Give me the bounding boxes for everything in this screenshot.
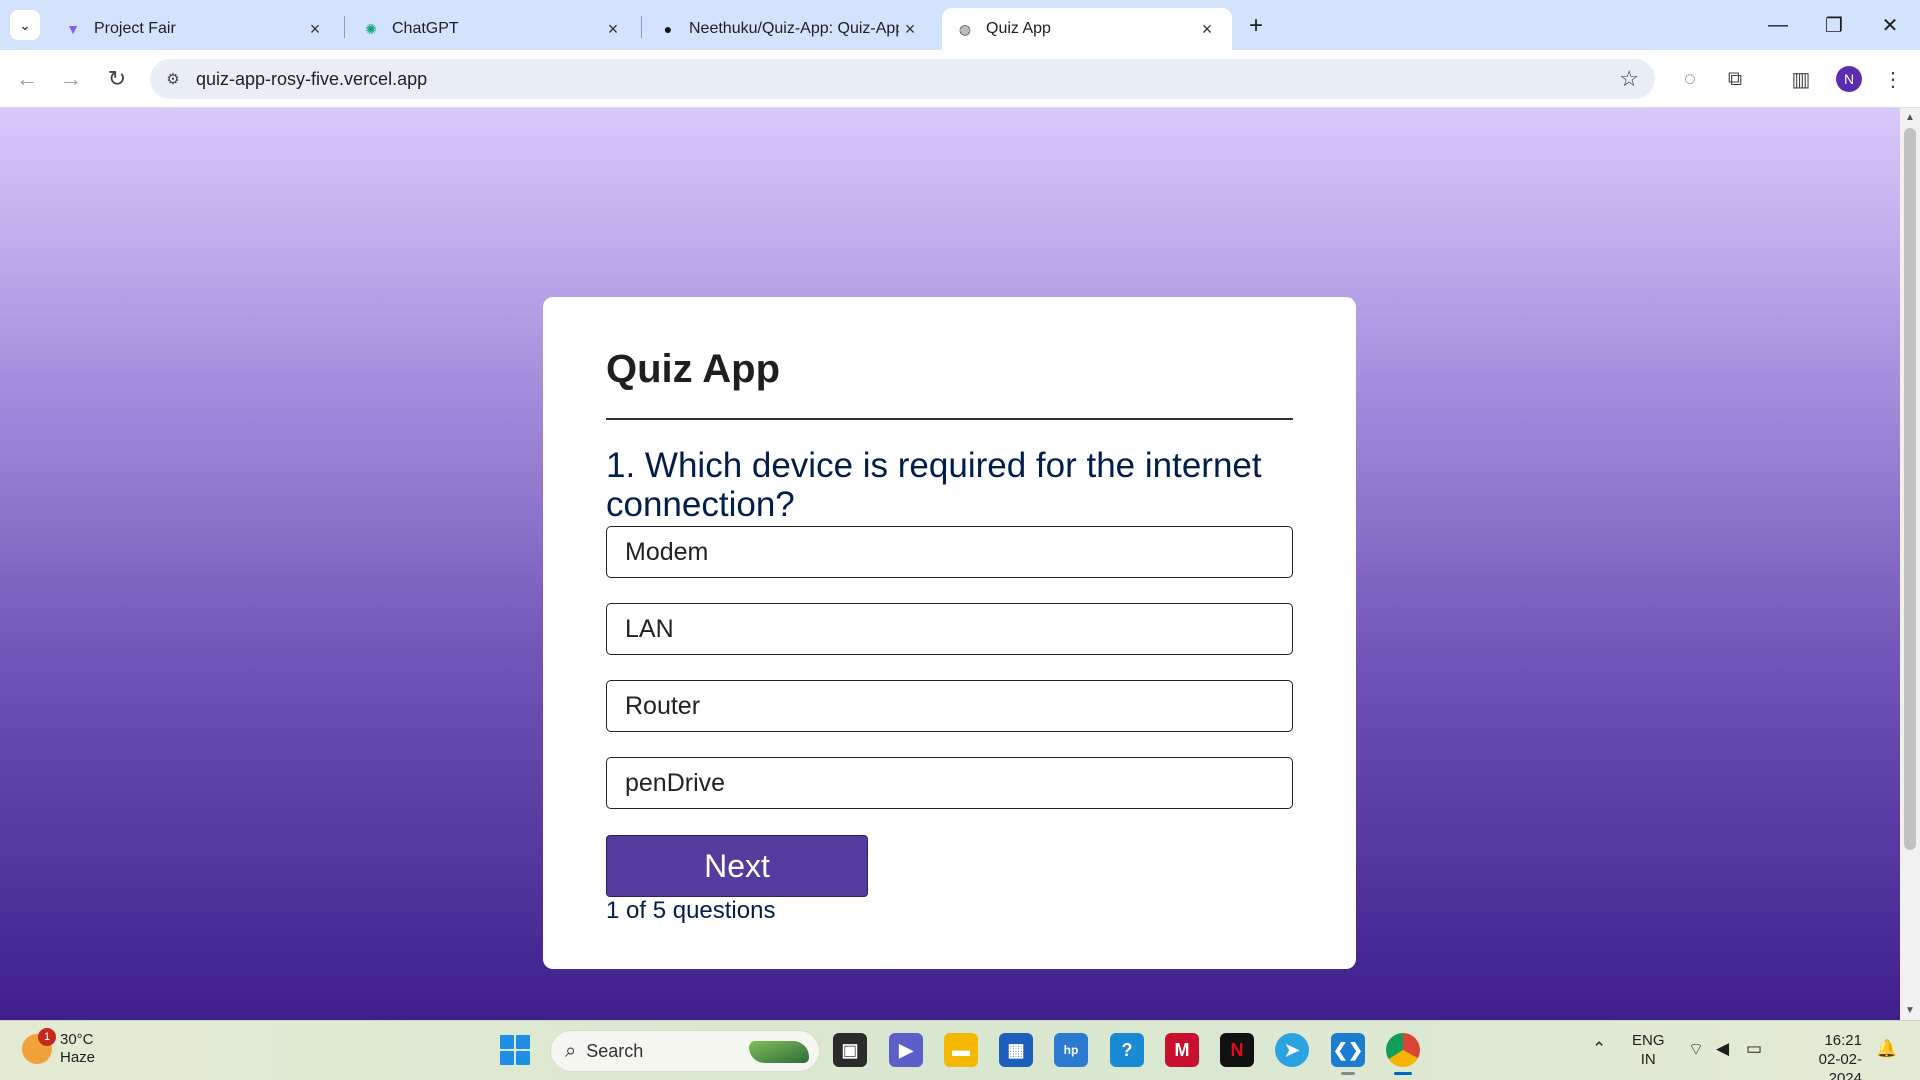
next-button[interactable]: Next xyxy=(606,835,868,897)
reload-button[interactable]: ↻ xyxy=(100,62,134,96)
tab-strip: ⌄ ▼ Project Fair × ✺ ChatGPT × ● Neethuk… xyxy=(0,0,1920,50)
answer-list: Modem LAN Router penDrive xyxy=(606,526,1293,809)
close-icon: ✕ xyxy=(1881,14,1899,37)
performance-icon[interactable]: ◌ xyxy=(1673,62,1707,96)
chatgpt-icon: ✺ xyxy=(365,20,377,37)
forward-button[interactable]: → xyxy=(54,62,88,96)
taskbar: 1 30°C Haze ⌕ Search ▣ ▶ ▬ ▦ hp ? M N ➤ … xyxy=(0,1020,1920,1080)
tab-quiz-app[interactable]: ◍ Quiz App × xyxy=(942,8,1232,50)
windows-logo-icon xyxy=(516,1051,530,1065)
language-region: IN xyxy=(1640,1051,1656,1068)
tab-chatgpt[interactable]: ✺ ChatGPT × xyxy=(348,8,638,50)
search-highlight-image xyxy=(749,1041,809,1063)
chevron-down-icon: ⌄ xyxy=(19,16,31,33)
profile-avatar[interactable]: N xyxy=(1836,66,1862,92)
get-help-icon[interactable]: ? xyxy=(1110,1033,1144,1067)
myhp-icon[interactable]: hp xyxy=(1054,1033,1088,1067)
tab-title: Quiz App xyxy=(986,20,1051,37)
scroll-up-icon[interactable]: ▲ xyxy=(1905,112,1915,123)
close-window-button[interactable]: ✕ xyxy=(1862,0,1918,50)
restore-icon: ❐ xyxy=(1825,14,1843,37)
page-title: Quiz App xyxy=(606,347,1293,420)
chrome-icon[interactable] xyxy=(1386,1033,1420,1075)
wifi-icon[interactable]: ⌔ xyxy=(1688,1039,1704,1060)
answer-button-router[interactable]: Router xyxy=(606,680,1293,732)
taskbar-search[interactable]: ⌕ Search xyxy=(550,1030,820,1072)
tab-project-fair[interactable]: ▼ Project Fair × xyxy=(50,8,340,50)
tab-title: Project Fair xyxy=(94,20,176,37)
file-explorer-icon[interactable]: ▬ xyxy=(944,1033,978,1067)
vscode-icon[interactable]: ❮❯ xyxy=(1331,1033,1365,1075)
windows-logo-icon xyxy=(516,1035,530,1049)
close-icon[interactable]: × xyxy=(899,18,921,40)
search-icon: ⌕ xyxy=(565,1039,577,1062)
address-bar[interactable]: ⚙ quiz-app-rosy-five.vercel.app ☆ xyxy=(150,59,1655,99)
microsoft-store-icon[interactable]: ▦ xyxy=(999,1033,1033,1067)
tab-title: ChatGPT xyxy=(392,20,459,37)
site-settings-icon[interactable]: ⚙ xyxy=(162,68,184,90)
volume-icon[interactable]: ◀ xyxy=(1716,1039,1729,1059)
minimize-icon: — xyxy=(1768,13,1788,36)
close-icon[interactable]: × xyxy=(602,18,624,40)
restore-button[interactable]: ❐ xyxy=(1806,0,1862,50)
scroll-down-icon[interactable]: ▼ xyxy=(1905,1005,1915,1016)
windows-logo-icon xyxy=(500,1035,514,1049)
question-text: 1. Which device is required for the inte… xyxy=(606,446,1262,524)
tab-search-button[interactable]: ⌄ xyxy=(10,10,40,40)
browser-toolbar: ← → ↻ ⚙ quiz-app-rosy-five.vercel.app ☆ … xyxy=(0,50,1920,108)
new-tab-button[interactable]: + xyxy=(1242,12,1270,40)
weather-widget[interactable]: 1 30°C Haze xyxy=(22,1028,96,1067)
show-hidden-icons-icon[interactable]: ⌃ xyxy=(1592,1039,1606,1059)
extensions-icon[interactable]: ⧉ xyxy=(1718,62,1752,96)
close-icon[interactable]: × xyxy=(1196,18,1218,40)
vite-icon: ▼ xyxy=(66,21,80,37)
tab-title: Neethuku/Quiz-App: Quiz-App xyxy=(689,20,899,37)
globe-icon: ◍ xyxy=(958,20,972,37)
clock[interactable]: 16:21 02-02-2024 xyxy=(1786,1031,1862,1080)
search-placeholder: Search xyxy=(586,1040,644,1061)
url-text[interactable]: quiz-app-rosy-five.vercel.app xyxy=(196,69,427,90)
side-panel-icon[interactable]: ▥ xyxy=(1784,62,1818,96)
back-button[interactable]: ← xyxy=(10,62,44,96)
quiz-card: Quiz App 1. Which device is required for… xyxy=(543,297,1356,969)
tab-github[interactable]: ● Neethuku/Quiz-App: Quiz-App × xyxy=(645,8,935,50)
tab-separator xyxy=(641,16,642,38)
battery-icon[interactable]: ▭ xyxy=(1746,1039,1762,1059)
weather-icon: 1 xyxy=(22,1028,56,1064)
mcafee-icon[interactable]: M xyxy=(1165,1033,1199,1067)
clock-date: 02-02-2024 xyxy=(1818,1051,1862,1080)
windows-logo-icon xyxy=(500,1051,514,1065)
notification-bell-icon[interactable]: 🔔 xyxy=(1876,1039,1897,1059)
task-view-icon[interactable]: ▣ xyxy=(833,1033,867,1067)
weather-condition: Haze xyxy=(60,1049,96,1066)
page-scrollbar[interactable]: ▲ ▼ xyxy=(1900,108,1920,1020)
answer-button-modem[interactable]: Modem xyxy=(606,526,1293,578)
tab-separator xyxy=(344,16,345,38)
notification-badge: 1 xyxy=(38,1028,56,1046)
menu-kebab-icon[interactable]: ⋮ xyxy=(1876,62,1910,96)
clock-time: 16:21 xyxy=(1824,1032,1862,1049)
plus-icon: + xyxy=(1248,12,1263,39)
minimize-button[interactable]: — xyxy=(1750,0,1806,50)
telegram-icon[interactable]: ➤ xyxy=(1275,1033,1309,1067)
bookmark-star-icon[interactable]: ☆ xyxy=(1619,66,1639,92)
start-button[interactable] xyxy=(500,1035,530,1065)
reload-icon: ↻ xyxy=(107,66,127,91)
github-icon: ● xyxy=(663,21,673,37)
arrow-right-icon: → xyxy=(60,66,82,91)
language-indicator[interactable]: ENG IN xyxy=(1632,1031,1665,1069)
teams-chat-icon[interactable]: ▶ xyxy=(889,1033,923,1067)
arrow-left-icon: ← xyxy=(16,66,38,91)
language-code: ENG xyxy=(1632,1032,1665,1049)
scrollbar-thumb[interactable] xyxy=(1904,128,1916,850)
close-icon[interactable]: × xyxy=(304,18,326,40)
answer-button-pendrive[interactable]: penDrive xyxy=(606,757,1293,809)
netflix-icon[interactable]: N xyxy=(1220,1033,1254,1067)
question-progress: 1 of 5 questions xyxy=(606,897,776,924)
weather-temp: 30°C xyxy=(60,1031,94,1048)
answer-button-lan[interactable]: LAN xyxy=(606,603,1293,655)
